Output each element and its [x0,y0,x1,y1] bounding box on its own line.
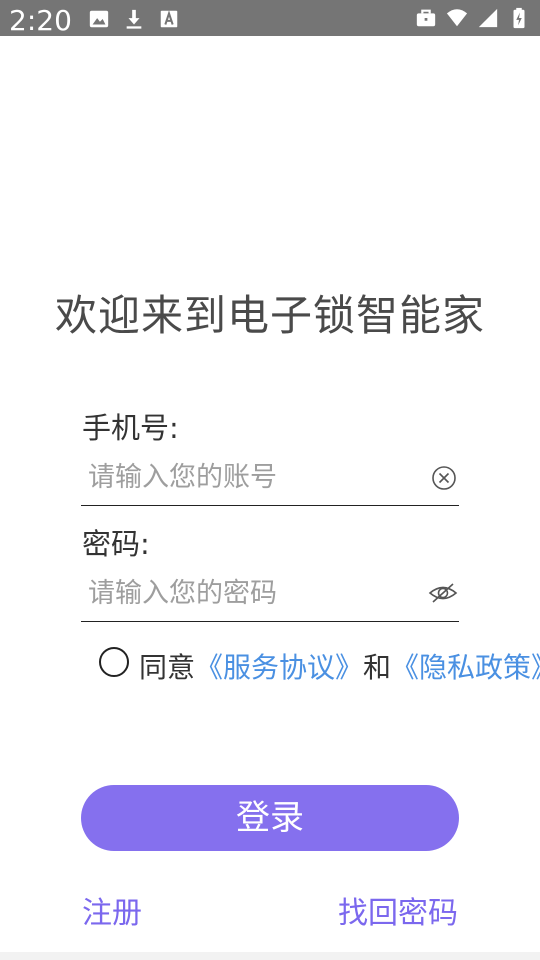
download-icon [126,9,142,29]
status-time: 2:20 [9,4,72,37]
agreement-radio[interactable] [99,647,129,677]
privacy-policy-link[interactable]: 《隐私政策》 [391,646,540,686]
status-bar: 2:20 [0,0,540,37]
phone-input[interactable] [82,455,459,499]
wifi-icon [446,9,468,27]
agreement-and: 和 [363,651,392,684]
image-icon [89,10,109,28]
login-button[interactable]: 登录 [81,785,459,851]
signal-icon [478,8,498,28]
notification-icons [88,8,180,30]
eye-off-icon[interactable] [428,580,458,606]
password-underline [81,621,459,622]
forgot-password-link[interactable]: 找回密码 [338,892,458,936]
phone-underline [81,505,459,506]
phone-label: 手机号: [82,411,179,445]
agreement-row: 同意 《服务协议》 和 《隐私政策》 [99,646,540,686]
page-title: 欢迎来到电子锁智能家 [54,291,485,340]
password-input[interactable] [82,571,459,615]
agreement-prefix: 同意 [139,651,196,684]
password-label: 密码: [82,527,150,561]
clear-icon[interactable] [431,465,457,491]
register-link[interactable]: 注册 [82,892,142,936]
system-icons [415,7,530,29]
briefcase-icon [416,9,436,27]
navigation-bar [0,952,540,960]
battery-charging-icon [513,7,525,29]
service-agreement-link[interactable]: 《服务协议》 [195,646,363,686]
font-icon [160,10,178,28]
